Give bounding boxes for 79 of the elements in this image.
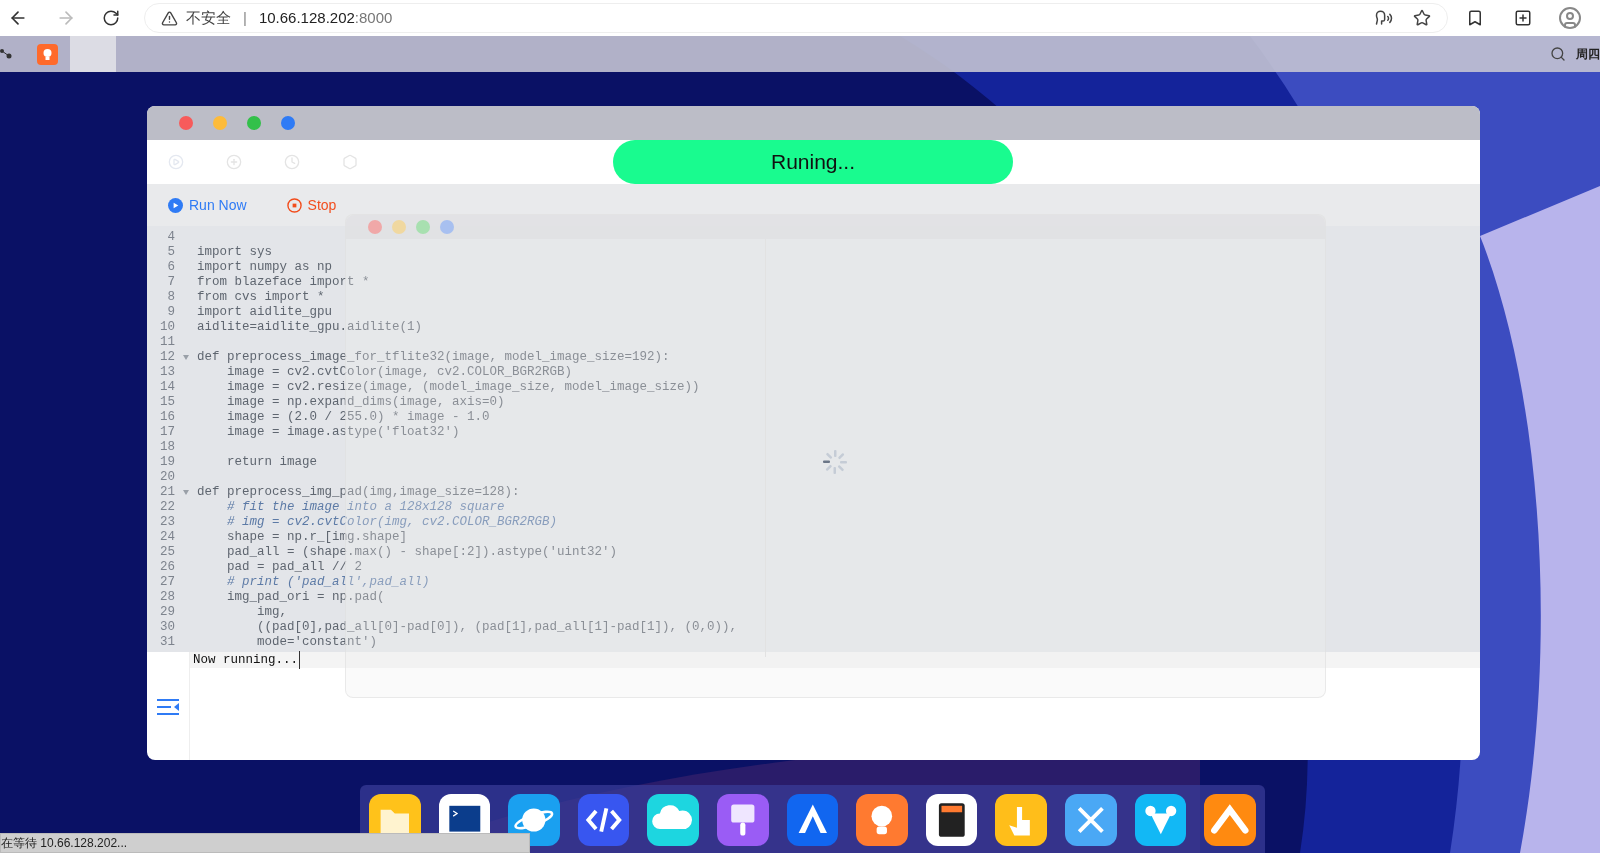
reload-icon[interactable] — [102, 9, 120, 27]
address-bar[interactable]: 不安全 | 10.66.128.202:8000 — [144, 3, 1448, 33]
warning-icon — [161, 9, 178, 27]
code-line: img, — [256, 605, 287, 620]
code-line: pad_all = (shape.max() - shape[:2]).astype('uint32') — [226, 545, 618, 560]
favorites-icon[interactable] — [1466, 9, 1484, 27]
line-number: 27 — [159, 575, 175, 590]
code-line: from blazeface import * — [197, 275, 370, 290]
code-line: from cvs import * — [197, 290, 325, 305]
line-number: 31 — [159, 635, 175, 650]
line-number: 20 — [159, 470, 175, 485]
line-number: 10 — [159, 320, 175, 335]
line-number: 18 — [159, 440, 175, 455]
code-line: pad = pad_all // 2 — [226, 560, 363, 575]
code-line: aidlite=aidlite_gpu.aidlite(1) — [197, 320, 423, 335]
line-number: 14 — [159, 380, 175, 395]
code-comment: # fit the image into a 128x128 square — [226, 500, 505, 515]
line-number: 15 — [159, 395, 175, 410]
line-number: 29 — [159, 605, 175, 620]
line-number: 5 — [166, 245, 175, 260]
code-line: image = cv2.cvtColor(image, cv2.COLOR_BGR2RGB) — [226, 365, 573, 380]
menu-collapse-icon[interactable] — [156, 698, 180, 716]
read-aloud-icon[interactable] — [1375, 9, 1393, 27]
code-line: mode='constant') — [256, 635, 378, 650]
code-line: image = image.astype('float32') — [226, 425, 460, 440]
line-number: 13 — [159, 365, 175, 380]
line-number: 19 — [159, 455, 175, 470]
terminal-text: Now running... — [193, 650, 301, 670]
line-number: 21 — [159, 485, 175, 500]
line-number: 30 — [159, 620, 175, 635]
brush-icon[interactable] — [717, 794, 769, 846]
code-line: import aidlite_gpu — [197, 305, 333, 320]
terminal-output[interactable]: Now running... — [190, 652, 1480, 668]
code-line: import numpy as np — [197, 260, 333, 275]
line-number: 8 — [166, 290, 175, 305]
lightbulb-icon[interactable] — [856, 794, 908, 846]
separator: | — [243, 7, 247, 28]
status-pill: Runing... — [613, 140, 1013, 184]
add-favorite-icon[interactable] — [1413, 9, 1431, 27]
collections-icon[interactable] — [1514, 9, 1532, 27]
code-line: image = np.expand_dims(image, axis=0) — [226, 395, 505, 410]
code-line: def preprocess_img_pad(img,image_size=128): — [197, 485, 520, 500]
line-number: 4 — [166, 230, 175, 245]
stop-icon — [286, 197, 302, 213]
line-number: 16 — [159, 410, 175, 425]
url-text: 10.66.128.202:8000 — [258, 7, 393, 28]
planet-icon[interactable] — [508, 794, 560, 846]
line-number: 6 — [166, 260, 175, 275]
status-tooltip: 在等待 10.66.128.202... — [0, 833, 530, 853]
code-line: img_pad_ori = np.pad( — [226, 590, 385, 605]
code-comment: # print ('pad_all',pad_all) — [226, 575, 430, 590]
line-number: 28 — [159, 590, 175, 605]
line-number: 23 — [159, 515, 175, 530]
spinner-icon — [822, 449, 848, 475]
line-number: 11 — [159, 335, 175, 350]
code-icon[interactable] — [577, 794, 630, 846]
line-number: 22 — [159, 500, 175, 515]
line-number: 25 — [159, 545, 175, 560]
pointer-icon[interactable] — [995, 794, 1048, 846]
line-number: 12 — [159, 350, 175, 365]
code-line: def preprocess_image_for_tflite32(image, model_image_size=192): — [197, 350, 670, 365]
play-icon — [168, 197, 183, 213]
code-line: shape = np.r_[img.shape] — [226, 530, 408, 545]
line-number: 7 — [166, 275, 175, 290]
security-label: 不安全 — [186, 7, 231, 28]
code-line: import sys — [197, 245, 272, 260]
line-number: 17 — [159, 425, 175, 440]
line-number: 26 — [159, 560, 175, 575]
search-icon[interactable] — [1550, 46, 1566, 62]
clock-text: 周四 — [1576, 46, 1600, 63]
line-number: 24 — [159, 530, 175, 545]
profile-icon[interactable] — [1558, 6, 1582, 30]
code-line: return image — [226, 455, 318, 470]
code-line: ((pad[0],pad_all[0]-pad[0]), (pad[1],pad_all[1]-pad[1]), (0,0)), — [256, 620, 738, 635]
code-comment: # img = cv2.cvtColor(img, cv2.COLOR_BGR2RGB) — [226, 515, 558, 530]
code-line: image = (2.0 / 255.0) * image - 1.0 — [226, 410, 490, 425]
code-line: image = cv2.resize(image, (model_image_size, model_image_size)) — [226, 380, 700, 395]
cloud-icon[interactable] — [647, 794, 700, 846]
line-number: 9 — [166, 305, 175, 320]
